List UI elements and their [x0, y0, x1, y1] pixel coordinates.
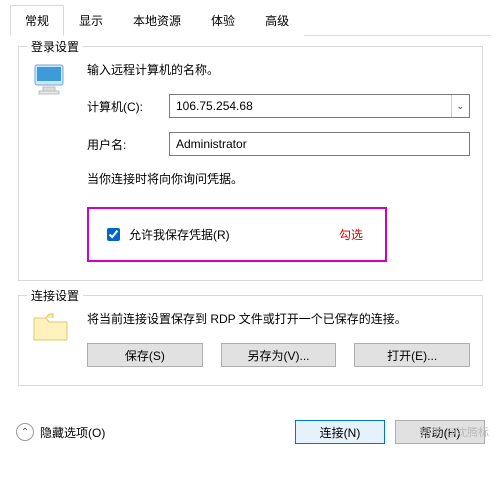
fieldset-connection-legend: 连接设置: [27, 287, 83, 304]
open-button[interactable]: 打开(E)...: [354, 343, 470, 367]
credentials-note: 当你连接时将向你询问凭据。: [87, 170, 470, 187]
tab-display[interactable]: 显示: [64, 5, 118, 36]
help-button[interactable]: 帮助(H): [395, 420, 485, 444]
tab-bar: 常规 显示 本地资源 体验 高级: [10, 4, 491, 36]
tab-general[interactable]: 常规: [10, 5, 64, 36]
fieldset-connection: 连接设置 将当前连接设置保存到 RDP 文件或打开一个已保存的连接。 保存(S)…: [18, 295, 483, 386]
hide-options-label: 隐藏选项(O): [40, 424, 105, 441]
computer-label: 计算机(C):: [87, 98, 159, 115]
chevron-up-icon: ⌃: [16, 423, 34, 441]
tab-experience[interactable]: 体验: [196, 5, 250, 36]
annotation-text: 勾选: [339, 226, 371, 243]
save-credentials-label: 允许我保存凭据(R): [129, 226, 230, 243]
monitor-icon: [31, 61, 71, 101]
hide-options-toggle[interactable]: ⌃ 隐藏选项(O): [16, 423, 105, 441]
tab-local-resources[interactable]: 本地资源: [118, 5, 196, 36]
save-credentials-checkbox[interactable]: [107, 228, 120, 241]
tab-advanced[interactable]: 高级: [250, 5, 304, 36]
chevron-down-icon[interactable]: ⌄: [451, 95, 469, 117]
bottom-bar: ⌃ 隐藏选项(O) 连接(N) 帮助(H): [0, 410, 501, 456]
save-button[interactable]: 保存(S): [87, 343, 203, 367]
save-as-button[interactable]: 另存为(V)...: [221, 343, 337, 367]
fieldset-login-legend: 登录设置: [27, 38, 83, 55]
tab-content-general: 登录设置 输入远程计算机的名称。 计算机(C):: [10, 36, 491, 410]
folder-icon: [31, 310, 71, 344]
highlight-box: 允许我保存凭据(R) 勾选: [87, 207, 387, 262]
username-input[interactable]: [169, 132, 470, 156]
computer-combo[interactable]: ⌄: [169, 94, 470, 118]
fieldset-login: 登录设置 输入远程计算机的名称。 计算机(C):: [18, 46, 483, 281]
connect-button[interactable]: 连接(N): [295, 420, 385, 444]
connection-desc: 将当前连接设置保存到 RDP 文件或打开一个已保存的连接。: [87, 310, 470, 327]
computer-input[interactable]: [170, 99, 451, 113]
login-instruction: 输入远程计算机的名称。: [87, 61, 470, 78]
username-label: 用户名:: [87, 136, 159, 153]
